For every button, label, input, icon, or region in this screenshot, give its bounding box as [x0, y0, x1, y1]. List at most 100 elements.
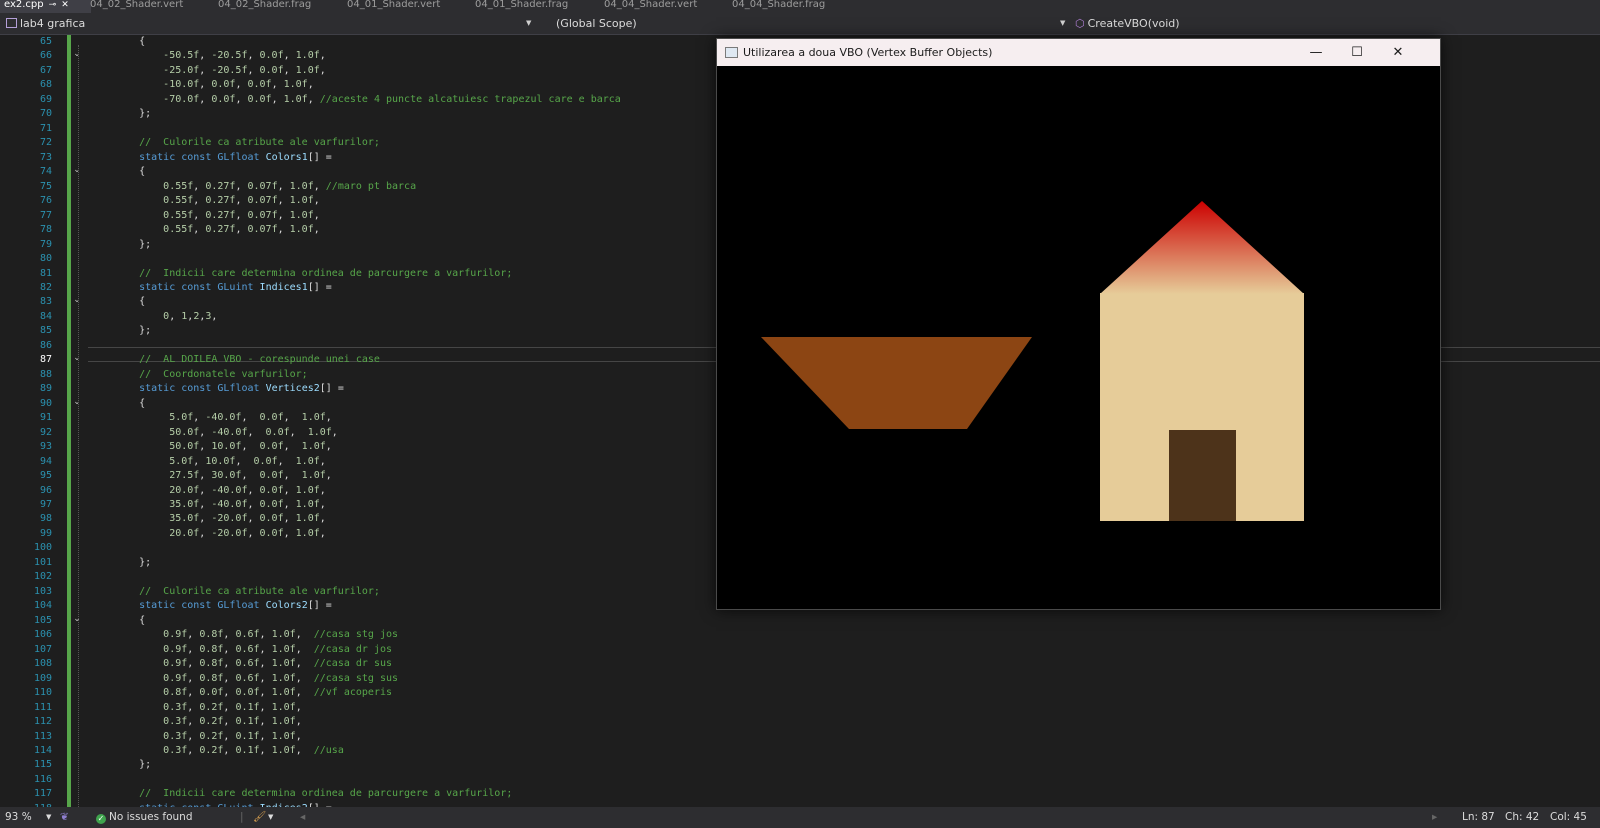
- code-line[interactable]: 20.0f, -40.0f, 0.0f, 1.0f,: [115, 484, 621, 498]
- chevron-down-icon[interactable]: ▼: [268, 807, 273, 828]
- code-line[interactable]: static const GLfloat Colors2[] =: [115, 599, 621, 613]
- char-indicator[interactable]: Ch: 42: [1505, 807, 1539, 828]
- line-indicator[interactable]: Ln: 87: [1462, 807, 1495, 828]
- brush-icon[interactable]: 🖌: [253, 807, 266, 828]
- navigation-bar: lab4 grafica ▼ (Global Scope) ▼ ⬡ CreateV…: [0, 13, 1600, 35]
- code-line[interactable]: -25.0f, -20.5f, 0.0f, 1.0f,: [115, 64, 621, 78]
- line-number: 89: [39, 383, 52, 395]
- project-dropdown[interactable]: lab4 grafica: [6, 13, 85, 34]
- window-titlebar[interactable]: Utilizarea a doua VBO (Vertex Buffer Obj…: [717, 39, 1440, 66]
- code-line[interactable]: 5.0f, -40.0f, 0.0f, 1.0f,: [115, 411, 621, 425]
- tab-ex2-cpp[interactable]: ex2.cpp ⊸ ✕: [0, 0, 91, 13]
- code-line[interactable]: [115, 122, 621, 136]
- zoom-level[interactable]: 93 %: [5, 807, 32, 828]
- close-icon[interactable]: ✕: [1378, 39, 1418, 66]
- minimize-icon[interactable]: —: [1296, 39, 1336, 66]
- fold-chevron-icon[interactable]: ⌄: [72, 49, 82, 59]
- code-line[interactable]: 0, 1,2,3,: [115, 310, 621, 324]
- code-line[interactable]: // Coordonatele varfurilor;: [115, 368, 621, 382]
- code-line[interactable]: 0.9f, 0.8f, 0.6f, 1.0f, //casa dr sus: [115, 657, 621, 671]
- line-number: 82: [39, 281, 52, 293]
- line-number: 115: [33, 759, 52, 771]
- code-line[interactable]: -50.5f, -20.5f, 0.0f, 1.0f,: [115, 49, 621, 63]
- member-dropdown[interactable]: ⬡ CreateVBO(void): [1075, 13, 1180, 34]
- code-line[interactable]: static const GLuint Indices1[] =: [115, 281, 621, 295]
- fold-chevron-icon[interactable]: ⌄: [72, 295, 82, 305]
- code-line[interactable]: 0.3f, 0.2f, 0.1f, 1.0f,: [115, 701, 621, 715]
- code-line[interactable]: };: [115, 556, 621, 570]
- code-line[interactable]: 0.55f, 0.27f, 0.07f, 1.0f,: [115, 194, 621, 208]
- col-indicator[interactable]: Col: 45: [1550, 807, 1587, 828]
- code-line[interactable]: 35.0f, -40.0f, 0.0f, 1.0f,: [115, 498, 621, 512]
- issues-indicator[interactable]: ✓ No issues found: [96, 807, 193, 828]
- code-line[interactable]: {: [115, 295, 621, 309]
- chevron-down-icon[interactable]: ▼: [526, 13, 531, 34]
- code-line[interactable]: 0.9f, 0.8f, 0.6f, 1.0f, //casa stg jos: [115, 628, 621, 642]
- code-line[interactable]: [115, 339, 621, 353]
- code-line[interactable]: -10.0f, 0.0f, 0.0f, 1.0f,: [115, 78, 621, 92]
- scroll-right-arrow-icon[interactable]: ▸: [1432, 807, 1437, 828]
- code-line[interactable]: 27.5f, 30.0f, 0.0f, 1.0f,: [115, 469, 621, 483]
- tab-04-02-shader-vert[interactable]: 04_02_Shader.vert: [90, 0, 210, 13]
- pin-icon[interactable]: ⊸: [49, 0, 57, 10]
- code-line[interactable]: 0.3f, 0.2f, 0.1f, 1.0f, //usa: [115, 744, 621, 758]
- code-line[interactable]: 0.55f, 0.27f, 0.07f, 1.0f, //maro pt bar…: [115, 180, 621, 194]
- code-line[interactable]: static const GLfloat Colors1[] =: [115, 151, 621, 165]
- code-line[interactable]: // Culorile ca atribute ale varfurilor;: [115, 136, 621, 150]
- line-number: 66: [39, 50, 52, 62]
- tab-04-04-shader-vert[interactable]: 04_04_Shader.vert: [604, 0, 724, 13]
- code-line[interactable]: };: [115, 324, 621, 338]
- issues-label: No issues found: [109, 811, 193, 823]
- opengl-window[interactable]: Utilizarea a doua VBO (Vertex Buffer Obj…: [716, 38, 1441, 610]
- code-line[interactable]: {: [115, 35, 621, 49]
- code-line[interactable]: };: [115, 107, 621, 121]
- tab-04-02-shader-frag[interactable]: 04_02_Shader.frag: [218, 0, 338, 13]
- code-line[interactable]: 0.55f, 0.27f, 0.07f, 1.0f,: [115, 223, 621, 237]
- code-line[interactable]: 0.9f, 0.8f, 0.6f, 1.0f, //casa stg sus: [115, 672, 621, 686]
- tab-04-04-shader-frag[interactable]: 04_04_Shader.frag: [732, 0, 852, 13]
- code-line[interactable]: [115, 252, 621, 266]
- code-line[interactable]: // Culorile ca atribute ale varfurilor;: [115, 585, 621, 599]
- scope-dropdown[interactable]: (Global Scope): [556, 13, 637, 34]
- code-line[interactable]: -70.0f, 0.0f, 0.0f, 1.0f, //aceste 4 pun…: [115, 93, 621, 107]
- code-line[interactable]: 35.0f, -20.0f, 0.0f, 1.0f,: [115, 512, 621, 526]
- code-line[interactable]: 0.9f, 0.8f, 0.6f, 1.0f, //casa dr jos: [115, 643, 621, 657]
- chevron-down-icon[interactable]: ▼: [1060, 13, 1065, 34]
- fold-chevron-icon[interactable]: ⌄: [72, 397, 82, 407]
- code-line[interactable]: 0.3f, 0.2f, 0.1f, 1.0f,: [115, 715, 621, 729]
- code-line[interactable]: 0.3f, 0.2f, 0.1f, 1.0f,: [115, 730, 621, 744]
- close-icon[interactable]: ✕: [61, 0, 69, 10]
- code-line[interactable]: static const GLfloat Vertices2[] =: [115, 382, 621, 396]
- code-line[interactable]: [115, 773, 621, 787]
- code-line[interactable]: // Indicii care determina ordinea de par…: [115, 267, 621, 281]
- tab-04-01-shader-frag[interactable]: 04_01_Shader.frag: [475, 0, 595, 13]
- code-text[interactable]: { -50.5f, -20.5f, 0.0f, 1.0f, -25.0f, -2…: [115, 35, 621, 807]
- code-line[interactable]: };: [115, 238, 621, 252]
- code-line[interactable]: 0.55f, 0.27f, 0.07f, 1.0f,: [115, 209, 621, 223]
- code-line[interactable]: 50.0f, -40.0f, 0.0f, 1.0f,: [115, 426, 621, 440]
- tab-04-01-shader-vert[interactable]: 04_01_Shader.vert: [347, 0, 467, 13]
- code-line[interactable]: {: [115, 614, 621, 628]
- change-tracking-bar: [67, 35, 71, 807]
- code-line[interactable]: };: [115, 758, 621, 772]
- code-line[interactable]: 50.0f, 10.0f, 0.0f, 1.0f,: [115, 440, 621, 454]
- chevron-down-icon[interactable]: ▼: [46, 807, 51, 828]
- code-line[interactable]: [115, 570, 621, 584]
- code-line[interactable]: {: [115, 397, 621, 411]
- fold-chevron-icon[interactable]: ⌄: [72, 614, 82, 624]
- line-number: 110: [33, 687, 52, 699]
- code-line[interactable]: 5.0f, 10.0f, 0.0f, 1.0f,: [115, 455, 621, 469]
- maximize-icon[interactable]: ☐: [1337, 39, 1377, 66]
- code-line[interactable]: 20.0f, -20.0f, 0.0f, 1.0f,: [115, 527, 621, 541]
- code-line[interactable]: 0.8f, 0.0f, 0.0f, 1.0f, //vf acoperis: [115, 686, 621, 700]
- line-number: 85: [39, 325, 52, 337]
- fold-chevron-icon[interactable]: ⌄: [72, 165, 82, 175]
- copilot-icon[interactable]: ❦: [60, 807, 69, 828]
- code-line[interactable]: {: [115, 165, 621, 179]
- code-line[interactable]: [115, 541, 621, 555]
- code-line[interactable]: // AL DOILEA VBO - corespunde unei case: [115, 353, 621, 367]
- line-number: 106: [33, 629, 52, 641]
- code-line[interactable]: // Indicii care determina ordinea de par…: [115, 787, 621, 801]
- scroll-left-arrow-icon[interactable]: ◂: [300, 807, 305, 828]
- fold-chevron-icon[interactable]: ⌄: [72, 353, 82, 363]
